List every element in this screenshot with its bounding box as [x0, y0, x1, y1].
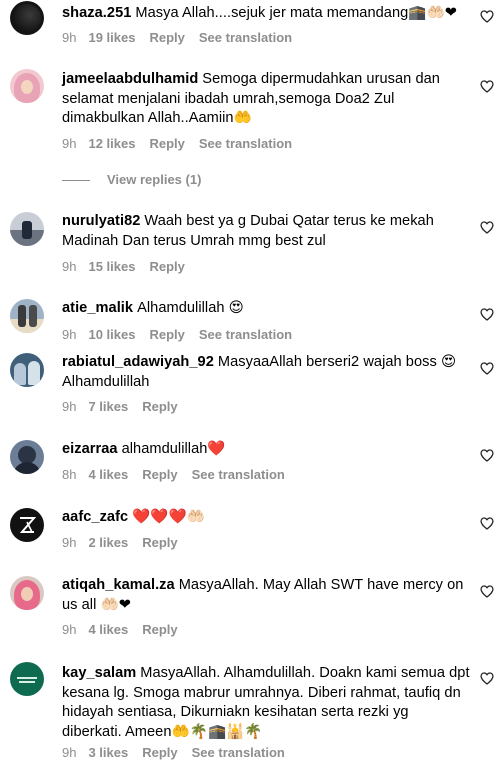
username[interactable]: nurulyati82 [62, 213, 140, 229]
comment-text-block: aafc_zafc ❤️❤️❤️🤲🏻 [62, 508, 472, 528]
comment-meta: 9h 12 likes Reply See translation [62, 136, 292, 151]
username[interactable]: eizarraa [62, 441, 118, 457]
username[interactable]: shaza.251 [62, 5, 131, 21]
username[interactable]: atie_malik [62, 300, 133, 316]
avatar[interactable] [10, 662, 44, 696]
reply-button[interactable]: Reply [142, 745, 177, 760]
comment-time: 9h [62, 622, 77, 637]
likes-count[interactable]: 19 likes [88, 30, 135, 45]
likes-count[interactable]: 4 likes [88, 467, 128, 482]
comment-meta: 9h 2 likes Reply [62, 535, 192, 550]
heart-outline-icon[interactable] [480, 80, 494, 93]
comment-body: ❤️❤️❤️🤲🏻 [132, 509, 206, 525]
reply-button[interactable]: Reply [149, 259, 184, 274]
view-replies-button[interactable]: View replies (1) [62, 172, 201, 187]
divider-line [62, 180, 90, 182]
see-translation-button[interactable]: See translation [192, 745, 285, 760]
heart-outline-icon[interactable] [480, 517, 494, 530]
comment-text-block: kay_salam MasyaAllah. Alhamdulillah. Doak… [62, 664, 472, 742]
avatar[interactable] [10, 299, 44, 333]
reply-button[interactable]: Reply [149, 136, 184, 151]
comment-meta: 9h 4 likes Reply [62, 622, 192, 637]
reply-button[interactable]: Reply [149, 30, 184, 45]
likes-count[interactable]: 7 likes [88, 399, 128, 414]
heart-outline-icon[interactable] [480, 449, 494, 462]
reply-button[interactable]: Reply [142, 622, 177, 637]
comment-text-block: rabiatul_adawiyah_92 MasyaaAllah berseri2… [62, 353, 472, 392]
heart-outline-icon[interactable] [480, 585, 494, 598]
comment-text-block: eizarraa alhamdulillah❤️ [62, 440, 472, 460]
comment-text-block: nurulyati82 Waah best ya g Dubai Qatar te… [62, 212, 472, 251]
reply-button[interactable]: Reply [142, 467, 177, 482]
comment-meta: 9h 15 likes Reply [62, 259, 199, 274]
likes-count[interactable]: 12 likes [88, 136, 135, 151]
comment-text-block: jameelaabdulhamid Semoga dipermudahkan ur… [62, 70, 472, 129]
reply-button[interactable]: Reply [142, 399, 177, 414]
avatar[interactable] [10, 353, 44, 387]
avatar[interactable] [10, 508, 44, 542]
username[interactable]: kay_salam [62, 665, 136, 681]
avatar[interactable] [10, 212, 44, 246]
comment-meta: 9h 10 likes Reply See translation [62, 327, 292, 342]
comment-time: 9h [62, 327, 77, 342]
comment-time: 9h [62, 745, 77, 760]
comment-body: Alhamdulillah 😍 [137, 300, 244, 316]
see-translation-button[interactable]: See translation [192, 467, 285, 482]
likes-count[interactable]: 4 likes [88, 622, 128, 637]
comment-meta: 9h 19 likes Reply See translation [62, 30, 292, 45]
comment-text-block: shaza.251 Masya Allah....sejuk jer mata m… [62, 4, 472, 24]
heart-outline-icon[interactable] [480, 362, 494, 375]
username[interactable]: aafc_zafc [62, 509, 128, 525]
username[interactable]: jameelaabdulhamid [62, 71, 198, 87]
comment-time: 9h [62, 259, 77, 274]
heart-outline-icon[interactable] [480, 10, 494, 23]
comment-time: 9h [62, 399, 77, 414]
avatar[interactable] [10, 576, 44, 610]
avatar[interactable] [10, 1, 44, 35]
comment-time: 9h [62, 136, 77, 151]
likes-count[interactable]: 15 likes [88, 259, 135, 274]
comment-meta: 9h 3 likes Reply See translation [62, 745, 285, 760]
heart-outline-icon[interactable] [480, 221, 494, 234]
logo-icon [19, 517, 37, 533]
comment-text-block: atiqah_kamal.za MasyaAllah. May Allah SWT… [62, 576, 472, 615]
username[interactable]: rabiatul_adawiyah_92 [62, 354, 214, 370]
comment-body: alhamdulillah❤️ [121, 441, 226, 457]
view-replies-label[interactable]: View replies (1) [107, 172, 201, 187]
comment-body: Masya Allah....sejuk jer mata memandang🕋… [135, 5, 458, 21]
likes-count[interactable]: 3 likes [88, 745, 128, 760]
reply-button[interactable]: Reply [142, 535, 177, 550]
comment-text-block: atie_malik Alhamdulillah 😍 [62, 299, 472, 319]
likes-count[interactable]: 10 likes [88, 327, 135, 342]
comment-time: 9h [62, 30, 77, 45]
see-translation-button[interactable]: See translation [199, 30, 292, 45]
see-translation-button[interactable]: See translation [199, 327, 292, 342]
reply-button[interactable]: Reply [149, 327, 184, 342]
username[interactable]: atiqah_kamal.za [62, 577, 175, 593]
comment-meta: 9h 7 likes Reply [62, 399, 192, 414]
heart-outline-icon[interactable] [480, 672, 494, 685]
avatar[interactable] [10, 69, 44, 103]
comment-time: 8h [62, 467, 77, 482]
avatar[interactable] [10, 440, 44, 474]
heart-outline-icon[interactable] [480, 308, 494, 321]
comment-time: 9h [62, 535, 77, 550]
see-translation-button[interactable]: See translation [199, 136, 292, 151]
comment-meta: 8h 4 likes Reply See translation [62, 467, 285, 482]
likes-count[interactable]: 2 likes [88, 535, 128, 550]
